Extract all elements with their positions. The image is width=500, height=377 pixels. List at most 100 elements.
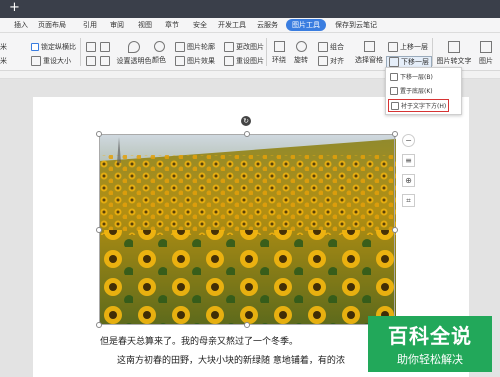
new-tab-button[interactable]: + bbox=[9, 1, 20, 15]
reset-size-button[interactable]: 重设大小 bbox=[31, 56, 71, 66]
paragraph-line-2: 这南方初春的田野，大块小块的新绿随 意地铺着，有的浓 bbox=[117, 356, 345, 366]
resize-handle-top-right[interactable] bbox=[392, 131, 398, 137]
change-image-label: 更改图片 bbox=[236, 43, 264, 51]
wrap-icon bbox=[273, 41, 285, 52]
image-translate-button[interactable]: 图片 bbox=[474, 41, 498, 66]
watermark-title: 百科全说 bbox=[388, 324, 472, 348]
tab-view[interactable]: 视图 bbox=[138, 20, 152, 30]
color-button[interactable]: 颜色 bbox=[152, 41, 166, 65]
menu-item-label: 下移一层(B) bbox=[400, 74, 433, 81]
send-backward-dropdown: 下移一层(B) 置于底层(K) 衬于文字下方(H) bbox=[385, 67, 462, 115]
resize-handle-left[interactable] bbox=[96, 227, 102, 233]
behind-text-icon bbox=[391, 101, 399, 110]
brightness-button[interactable] bbox=[86, 42, 98, 52]
title-bar: + bbox=[0, 0, 500, 18]
contrast-down-button[interactable] bbox=[100, 56, 112, 66]
rotate-icon[interactable]: ↻ bbox=[241, 116, 251, 126]
align-button[interactable]: 对齐 bbox=[318, 56, 344, 66]
image-to-text-label: 图片转文字 bbox=[436, 57, 472, 65]
resize-handle-bottom-left[interactable] bbox=[96, 322, 102, 328]
tab-page-layout[interactable]: 页面布局 bbox=[38, 20, 66, 30]
divider bbox=[80, 38, 81, 66]
divider bbox=[432, 38, 433, 66]
selection-pane-icon bbox=[363, 41, 375, 52]
collapse-icon[interactable]: − bbox=[402, 134, 415, 147]
send-backward-menu-icon bbox=[390, 72, 398, 81]
image-translate-label: 图片 bbox=[479, 57, 493, 65]
align-icon bbox=[318, 56, 328, 66]
image-effect-button[interactable]: 图片效果 bbox=[175, 56, 215, 66]
reset-image-icon bbox=[224, 56, 234, 66]
tab-insert[interactable]: 插入 bbox=[14, 20, 28, 30]
watermark-subtitle: 助你轻松解决 bbox=[397, 353, 463, 366]
resize-handle-top-left[interactable] bbox=[96, 131, 102, 137]
wrap-button[interactable]: 环绕 bbox=[270, 41, 288, 65]
reset-size-label: 重设大小 bbox=[43, 57, 71, 65]
selection-pane-button[interactable]: 选择窗格 bbox=[355, 41, 383, 65]
combine-button[interactable]: 组合 bbox=[318, 42, 344, 52]
resize-handle-top[interactable] bbox=[244, 131, 250, 137]
brightness-down-button[interactable] bbox=[86, 56, 98, 66]
image-outline-label: 图片轮廓 bbox=[187, 43, 215, 51]
change-image-icon bbox=[224, 42, 234, 52]
palette-icon bbox=[153, 41, 165, 52]
change-image-button[interactable]: 更改图片 bbox=[224, 42, 264, 52]
width-field[interactable]: 米 bbox=[0, 42, 7, 52]
image-selection-frame bbox=[99, 134, 395, 325]
reset-image-label: 重设图片 bbox=[236, 57, 264, 65]
contrast-button[interactable] bbox=[100, 42, 112, 52]
rotate-tool-icon bbox=[295, 41, 307, 52]
zoom-icon[interactable]: ⊕ bbox=[402, 174, 415, 187]
resize-handle-bottom[interactable] bbox=[244, 322, 250, 328]
set-transparent-label: 设置透明色 bbox=[116, 57, 152, 65]
combine-label: 组合 bbox=[330, 43, 344, 51]
send-backward-label: 下移一层 bbox=[401, 58, 429, 66]
divider bbox=[266, 38, 267, 66]
tab-developer[interactable]: 开发工具 bbox=[218, 20, 246, 30]
tab-review[interactable]: 审阅 bbox=[110, 20, 124, 30]
menu-item-send-to-back[interactable]: 置于底层(K) bbox=[390, 86, 433, 95]
reset-size-icon bbox=[31, 56, 41, 66]
paragraph-line-1: 但是春天总算来了。我的母亲又熬过了一个冬季。 bbox=[100, 337, 299, 347]
tab-cloud-service[interactable]: 云服务 bbox=[257, 20, 278, 30]
tab-save-to-cloud-notes[interactable]: 保存到云笔记 bbox=[335, 20, 377, 30]
height-field[interactable]: 米 bbox=[0, 56, 7, 66]
brightness-icon bbox=[86, 42, 96, 52]
send-to-back-icon bbox=[390, 86, 398, 95]
align-label: 对齐 bbox=[330, 57, 344, 65]
selection-pane-label: 选择窗格 bbox=[355, 56, 383, 64]
tab-security[interactable]: 安全 bbox=[193, 20, 207, 30]
ribbon-tabs: 插入 页面布局 引用 审阅 视图 章节 安全 开发工具 云服务 图片工具 保存到… bbox=[0, 18, 500, 33]
reset-image-button[interactable]: 重设图片 bbox=[224, 56, 264, 66]
resize-handle-right[interactable] bbox=[392, 227, 398, 233]
rotate-button[interactable]: 旋转 bbox=[292, 41, 310, 65]
image-side-toolbar: − ≡ ⊕ ⌗ bbox=[402, 134, 415, 214]
combine-icon bbox=[318, 42, 328, 52]
bring-forward-label: 上移一层 bbox=[400, 43, 428, 51]
tab-picture-tools[interactable]: 图片工具 bbox=[286, 19, 326, 31]
image-translate-icon bbox=[480, 41, 492, 53]
transparent-drop-icon bbox=[128, 41, 140, 53]
menu-item-label: 衬于文字下方(H) bbox=[401, 103, 447, 110]
menu-item-behind-text[interactable]: 衬于文字下方(H) bbox=[388, 99, 450, 112]
contrast-icon bbox=[100, 42, 110, 52]
image-to-text-icon bbox=[448, 41, 460, 53]
lock-ratio-checkbox[interactable]: 锁定纵横比 bbox=[31, 42, 76, 52]
color-label: 颜色 bbox=[152, 56, 166, 64]
bring-forward-button[interactable]: 上移一层 bbox=[388, 42, 428, 52]
watermark-logo: 百科全说 助你轻松解决 bbox=[368, 316, 492, 372]
effect-icon bbox=[175, 56, 185, 66]
image-to-text-button[interactable]: 图片转文字 bbox=[436, 41, 472, 66]
image-outline-button[interactable]: 图片轮廓 bbox=[175, 42, 215, 52]
wrap-label: 环绕 bbox=[272, 56, 286, 64]
brightness-down-icon bbox=[86, 56, 96, 66]
menu-item-send-backward[interactable]: 下移一层(B) bbox=[390, 72, 433, 81]
contrast-down-icon bbox=[100, 56, 110, 66]
layout-options-icon[interactable]: ≡ bbox=[402, 154, 415, 167]
tab-chapter[interactable]: 章节 bbox=[165, 20, 179, 30]
outline-icon bbox=[175, 42, 185, 52]
set-transparent-button[interactable]: 设置透明色 bbox=[116, 41, 152, 66]
image-effect-label: 图片效果 bbox=[187, 57, 215, 65]
tab-references[interactable]: 引用 bbox=[83, 20, 97, 30]
crop-icon[interactable]: ⌗ bbox=[402, 194, 415, 207]
